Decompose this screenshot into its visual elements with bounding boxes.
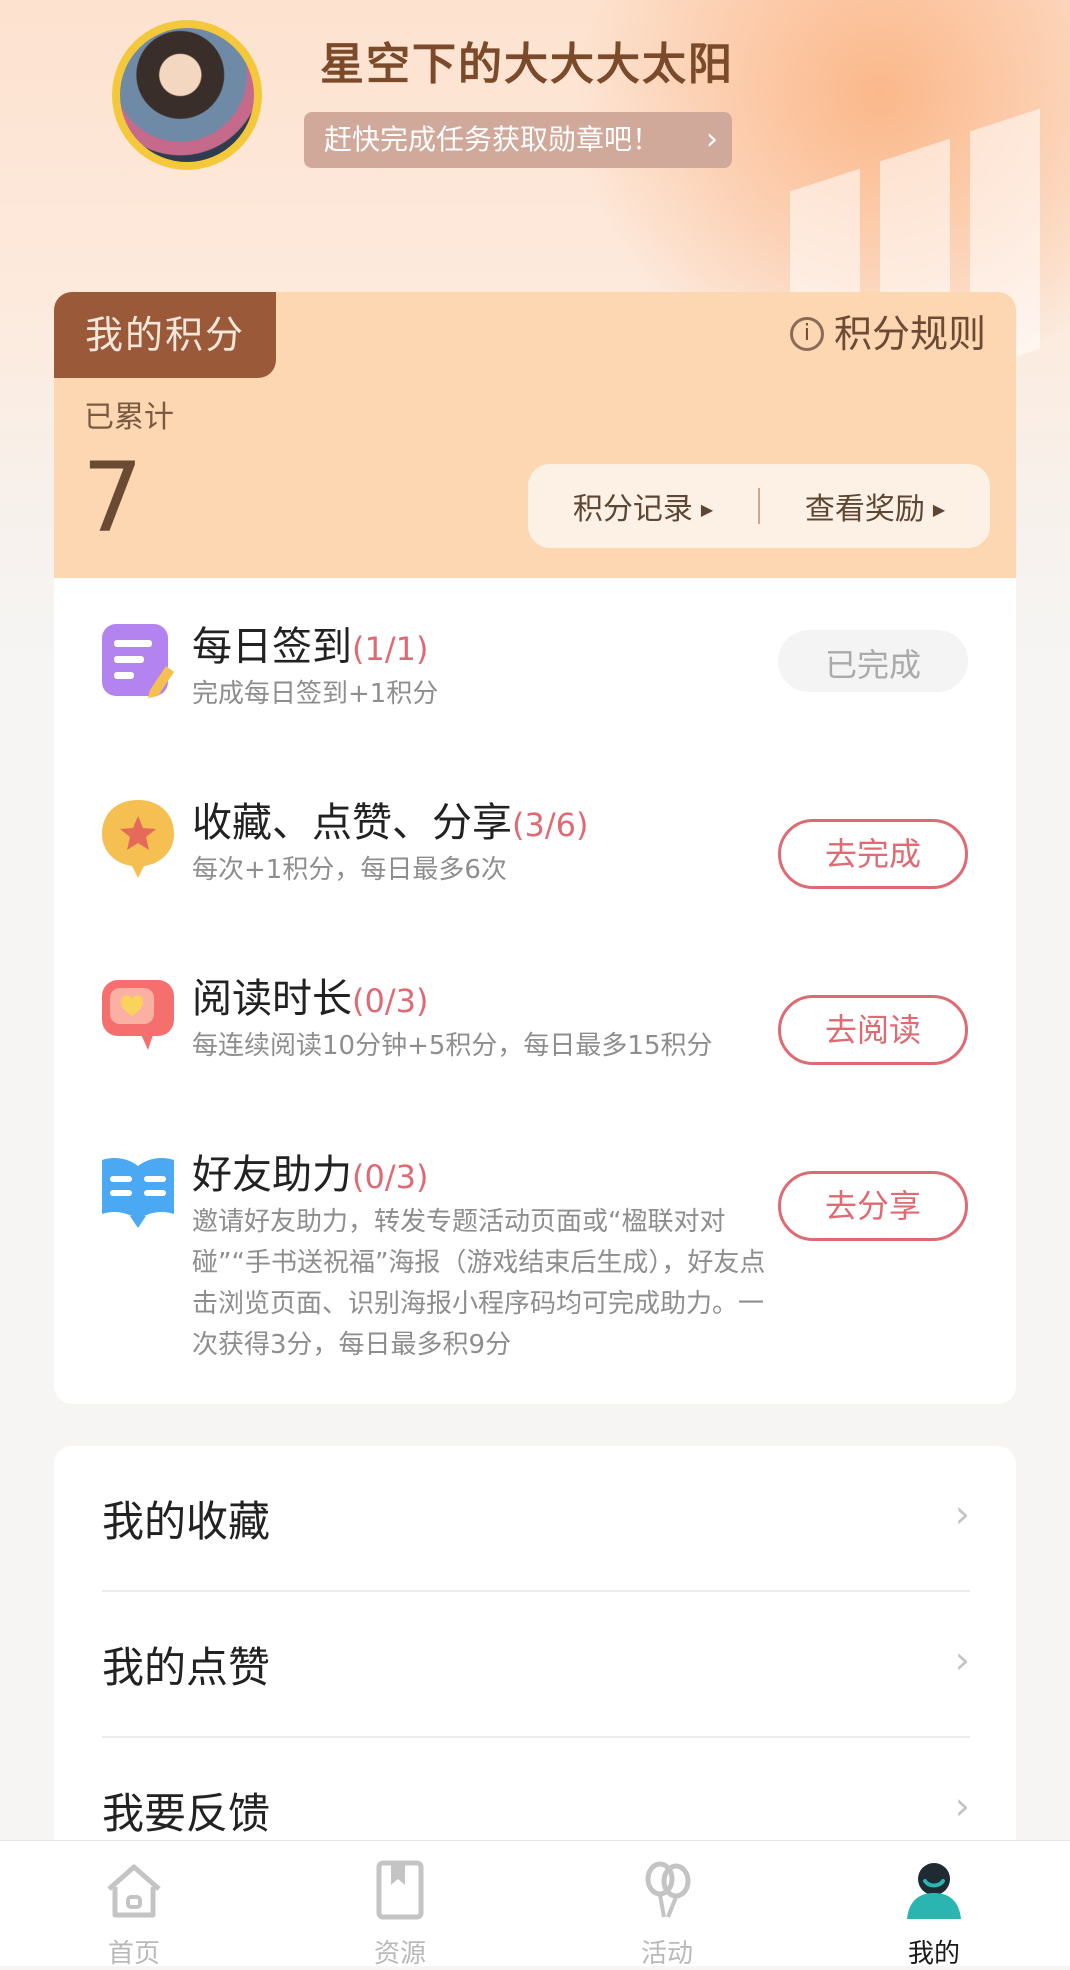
points-value: 7 xyxy=(82,442,144,554)
task-desc: 每次+1积分，每日最多6次 xyxy=(192,855,507,885)
home-icon xyxy=(107,1864,161,1918)
bottom-tab-bar: 首页 资源 活动 我的 xyxy=(0,1840,1070,1969)
promo-text: 赶快完成任务获取勋章吧！ xyxy=(324,123,661,156)
open-book-icon xyxy=(102,1158,174,1228)
avatar-image xyxy=(120,28,254,162)
task-progress: (0/3) xyxy=(352,1158,429,1196)
heart-chat-icon xyxy=(102,980,174,1050)
task-desc: 完成每日签到+1积分 xyxy=(192,679,439,709)
username: 星空下的大大大太阳 xyxy=(320,39,734,90)
tab-label: 首页 xyxy=(107,1939,160,1969)
chevron-right-icon: › xyxy=(706,122,718,157)
tab-label: 活动 xyxy=(640,1939,693,1969)
tab-home[interactable]: 首页 xyxy=(64,1841,204,1969)
tasks-card: 每日签到(1/1) 完成每日签到+1积分 已完成 收藏、点赞、分享(3/6) 每… xyxy=(54,578,1016,1404)
task-title: 每日签到(1/1) xyxy=(192,624,429,670)
triangle-right-icon: ▶ xyxy=(700,500,714,519)
go-share-button[interactable]: 去分享 xyxy=(778,1171,968,1241)
chevron-right-icon: › xyxy=(954,1784,970,1828)
menu-label: 我的收藏 xyxy=(102,1497,271,1546)
task-progress: (0/3) xyxy=(352,982,429,1020)
points-tab: 我的积分 xyxy=(54,292,276,378)
balloons-icon xyxy=(645,1861,691,1918)
user-icon xyxy=(907,1863,961,1919)
go-read-button[interactable]: 去阅读 xyxy=(778,995,968,1065)
menu-item-likes[interactable]: 我的点赞 › xyxy=(102,1592,970,1738)
menu-card: 我的收藏 › 我的点赞 › 我要反馈 › xyxy=(54,1446,1016,1886)
tab-activities[interactable]: 活动 xyxy=(597,1841,737,1969)
menu-label: 我的点赞 xyxy=(102,1643,271,1692)
medal-promo-button[interactable]: 赶快完成任务获取勋章吧！ › xyxy=(304,112,732,168)
triangle-right-icon: ▶ xyxy=(932,500,946,519)
tab-label: 资源 xyxy=(373,1939,426,1969)
task-desc: 每连续阅读10分钟+5积分，每日最多15积分 xyxy=(192,1031,713,1061)
tab-resources[interactable]: 资源 xyxy=(330,1841,470,1969)
menu-label: 我要反馈 xyxy=(102,1789,271,1838)
star-bubble-icon xyxy=(102,800,174,878)
accumulated-label: 已累计 xyxy=(84,400,174,435)
task-desc: 邀请好友助力，转发专题活动页面或“楹联对对碰”“手书送祝福”海报（游戏结束后生成… xyxy=(192,1207,766,1360)
points-actions: 积分记录 ▶ 查看奖励 ▶ xyxy=(528,464,990,548)
menu-item-favorites[interactable]: 我的收藏 › xyxy=(102,1446,970,1592)
task-progress: (1/1) xyxy=(352,630,429,668)
points-record-button[interactable]: 积分记录 ▶ xyxy=(528,484,758,528)
tab-mine[interactable]: 我的 xyxy=(864,1841,1004,1969)
checkin-note-icon xyxy=(102,624,174,698)
info-icon: i xyxy=(789,316,824,351)
task-title: 阅读时长(0/3) xyxy=(192,976,429,1022)
avatar[interactable] xyxy=(112,20,262,170)
chevron-right-icon: › xyxy=(954,1638,970,1682)
view-rewards-label: 查看奖励 xyxy=(804,492,925,527)
go-complete-button[interactable]: 去完成 xyxy=(778,819,968,889)
task-title: 收藏、点赞、分享(3/6) xyxy=(192,800,589,846)
points-card: 我的积分 i 积分规则 已累计 7 积分记录 ▶ 查看奖励 ▶ xyxy=(54,292,1016,578)
task-title: 好友助力(0/3) xyxy=(192,1152,429,1198)
bookmark-icon xyxy=(376,1860,424,1920)
rules-label: 积分规则 xyxy=(833,312,986,356)
tab-label: 我的 xyxy=(907,1939,960,1969)
view-rewards-button[interactable]: 查看奖励 ▶ xyxy=(760,484,990,528)
task-progress: (3/6) xyxy=(512,806,589,844)
points-record-label: 积分记录 xyxy=(572,492,693,527)
chevron-right-icon: › xyxy=(954,1492,970,1536)
task-done-button: 已完成 xyxy=(778,630,968,692)
points-rules-link[interactable]: i 积分规则 xyxy=(789,308,986,360)
